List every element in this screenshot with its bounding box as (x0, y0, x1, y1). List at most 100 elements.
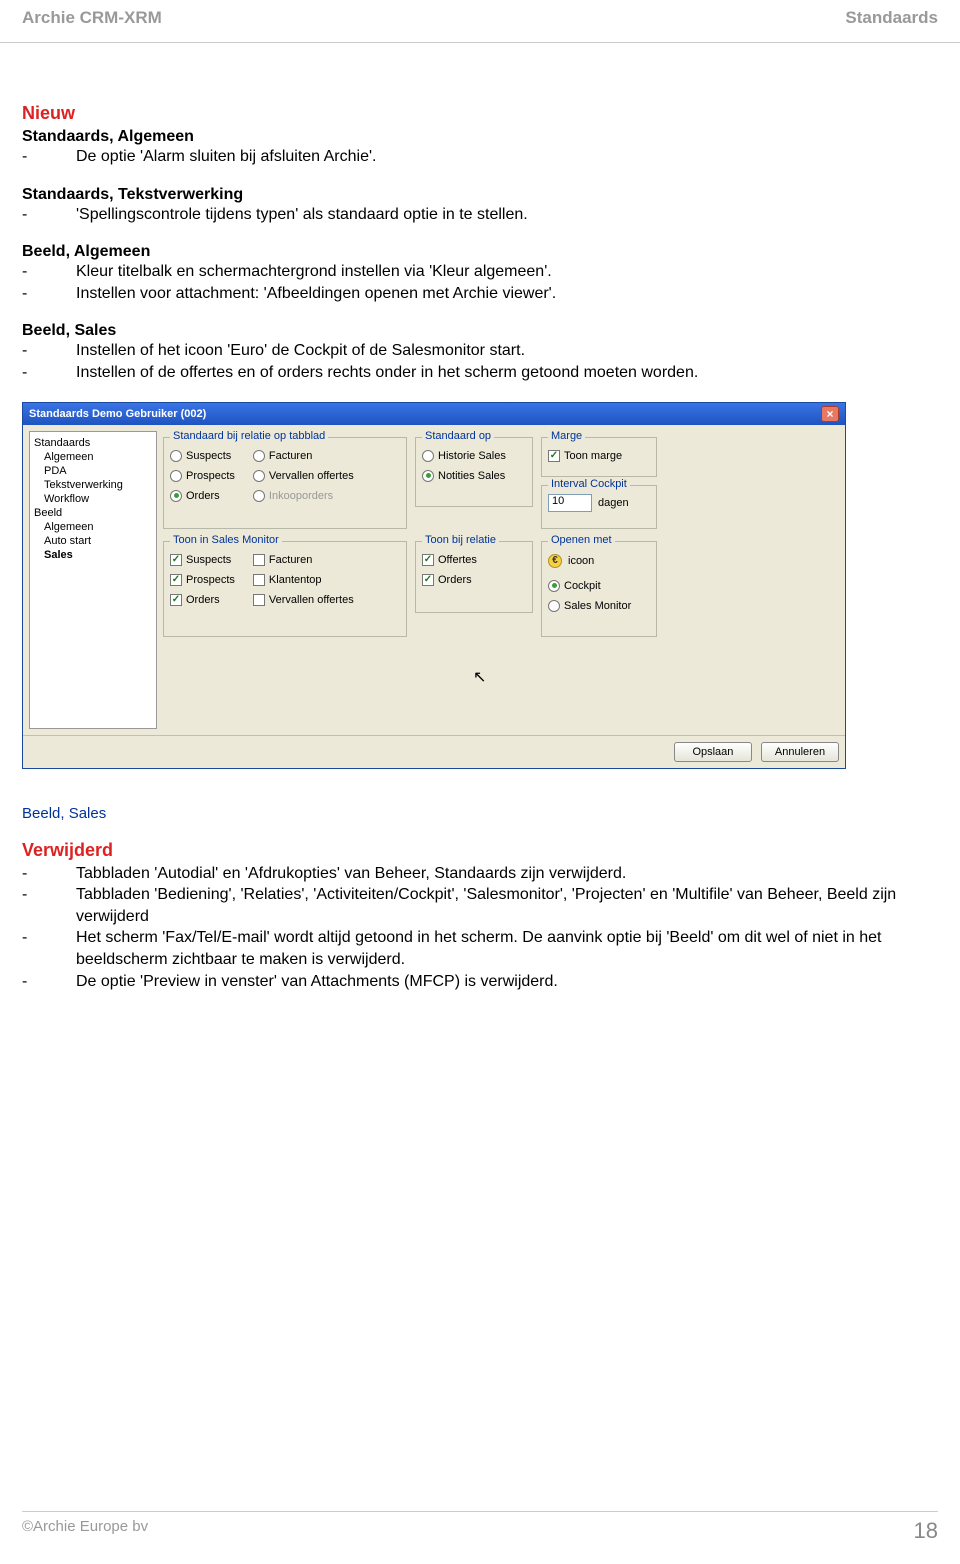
header-right: Standaards (845, 8, 938, 28)
group-head-1: Standaards, Tekstverwerking (22, 186, 938, 204)
save-button[interactable]: Opslaan (674, 742, 752, 762)
list-item: -'Spellingscontrole tijdens typen' als s… (22, 204, 938, 226)
radio-inkooporders: Inkooporders (253, 486, 354, 506)
standaards-dialog: Standaards Demo Gebruiker (002) × Standa… (22, 402, 846, 769)
bullet-text: Instellen of de offertes en of orders re… (76, 362, 938, 384)
interval-unit: dagen (598, 497, 629, 509)
radio-historie-sales[interactable]: Historie Sales (422, 446, 526, 466)
radio-label: Suspects (186, 450, 231, 462)
page-header: Archie CRM-XRM Standaards (0, 0, 960, 43)
bullet-text: Tabbladen 'Bediening', 'Relaties', 'Acti… (76, 884, 938, 927)
check-label: Toon marge (564, 450, 622, 462)
header-left: Archie CRM-XRM (22, 8, 162, 28)
legend: Interval Cockpit (548, 478, 630, 490)
fieldset-interval: Interval Cockpit 10 dagen (541, 485, 657, 529)
list-item: -Tabbladen 'Bediening', 'Relaties', 'Act… (22, 884, 938, 927)
check-label: Vervallen offertes (269, 594, 354, 606)
radio-label: Orders (186, 490, 220, 502)
group-head-2: Beeld, Algemeen (22, 243, 938, 261)
check-prospects[interactable]: Prospects (170, 570, 235, 590)
radio-suspects[interactable]: Suspects (170, 446, 235, 466)
radio-facturen[interactable]: Facturen (253, 446, 354, 466)
radio-label: Sales Monitor (564, 600, 631, 612)
check-label: Offertes (438, 554, 477, 566)
dialog-main-panel: Standaard bij relatie op tabblad Suspect… (163, 431, 839, 729)
radio-label: Historie Sales (438, 450, 506, 462)
radio-label: Vervallen offertes (269, 470, 354, 482)
euro-icon: € (548, 554, 562, 568)
list-item: -De optie 'Alarm sluiten bij afsluiten A… (22, 146, 938, 168)
list-item: -Instellen of het icoon 'Euro' de Cockpi… (22, 340, 938, 362)
section-title-nieuw: Nieuw (22, 103, 938, 124)
legend: Openen met (548, 534, 615, 546)
legend: Standaard op (422, 430, 494, 442)
bullet-text: Instellen voor attachment: 'Afbeeldingen… (76, 283, 938, 305)
sidebar-item[interactable]: Tekstverwerking (30, 478, 156, 492)
check-label: Prospects (186, 574, 235, 586)
check-label: Orders (438, 574, 472, 586)
radio-vervallen[interactable]: Vervallen offertes (253, 466, 354, 486)
page-footer: ©Archie Europe bv 18 (22, 1511, 938, 1544)
fieldset-standaard-tabblad: Standaard bij relatie op tabblad Suspect… (163, 437, 407, 529)
check-orders[interactable]: Orders (170, 590, 235, 610)
check-orders-rel[interactable]: Orders (422, 570, 526, 590)
check-vervallen[interactable]: Vervallen offertes (253, 590, 354, 610)
legend: Standaard bij relatie op tabblad (170, 430, 328, 442)
radio-label: Cockpit (564, 580, 601, 592)
sidebar-item[interactable]: Workflow (30, 492, 156, 506)
sidebar-item[interactable]: PDA (30, 464, 156, 478)
radio-orders[interactable]: Orders (170, 486, 235, 506)
radio-label: Facturen (269, 450, 312, 462)
sidebar-item[interactable]: Auto start (30, 534, 156, 548)
list-item: -Kleur titelbalk en schermachtergrond in… (22, 261, 938, 283)
radio-sales-monitor[interactable]: Sales Monitor (548, 596, 650, 616)
footer-left: ©Archie Europe bv (22, 1518, 148, 1544)
interval-input[interactable]: 10 (548, 494, 592, 512)
figure-caption: Beeld, Sales (22, 805, 938, 822)
check-klantentop[interactable]: Klantentop (253, 570, 354, 590)
page-number: 18 (914, 1518, 938, 1544)
cancel-button[interactable]: Annuleren (761, 742, 839, 762)
sidebar-item[interactable]: Algemeen (30, 450, 156, 464)
group-head-0: Standaards, Algemeen (22, 128, 938, 146)
list-item: -Instellen voor attachment: 'Afbeeldinge… (22, 283, 938, 305)
check-label: Facturen (269, 554, 312, 566)
radio-label: Prospects (186, 470, 235, 482)
list-item: -Instellen of de offertes en of orders r… (22, 362, 938, 384)
group-head-3: Beeld, Sales (22, 322, 938, 340)
dialog-title: Standaards Demo Gebruiker (002) (29, 408, 206, 420)
sidebar-group: Beeld (30, 506, 156, 520)
fieldset-openen-met: Openen met € icoon Cockpit Sales Monitor (541, 541, 657, 637)
bullet-text: Instellen of het icoon 'Euro' de Cockpit… (76, 340, 938, 362)
close-icon[interactable]: × (821, 406, 839, 422)
dialog-sidebar: Standaards Algemeen PDA Tekstverwerking … (29, 431, 157, 729)
check-label: Orders (186, 594, 220, 606)
radio-prospects[interactable]: Prospects (170, 466, 235, 486)
fieldset-toon-relatie: Toon bij relatie Offertes Orders (415, 541, 533, 613)
list-item: -De optie 'Preview in venster' van Attac… (22, 971, 938, 993)
bullet-text: De optie 'Preview in venster' van Attach… (76, 971, 938, 993)
sidebar-group: Standaards (30, 436, 156, 450)
legend: Toon in Sales Monitor (170, 534, 282, 546)
legend: Marge (548, 430, 585, 442)
check-offertes[interactable]: Offertes (422, 550, 526, 570)
bullet-text: Tabbladen 'Autodial' en 'Afdrukopties' v… (76, 863, 938, 885)
icon-label: icoon (568, 555, 594, 567)
check-suspects[interactable]: Suspects (170, 550, 235, 570)
titlebar[interactable]: Standaards Demo Gebruiker (002) × (23, 403, 845, 425)
bullet-text: Het scherm 'Fax/Tel/E-mail' wordt altijd… (76, 927, 938, 970)
list-item: -Tabbladen 'Autodial' en 'Afdrukopties' … (22, 863, 938, 885)
fieldset-standaard-op: Standaard op Historie Sales Notities Sal… (415, 437, 533, 507)
radio-cockpit[interactable]: Cockpit (548, 576, 650, 596)
check-toon-marge[interactable]: Toon marge (548, 446, 650, 466)
check-label: Suspects (186, 554, 231, 566)
radio-notities-sales[interactable]: Notities Sales (422, 466, 526, 486)
radio-label: Inkooporders (269, 490, 333, 502)
check-label: Klantentop (269, 574, 322, 586)
bullet-text: 'Spellingscontrole tijdens typen' als st… (76, 204, 938, 226)
radio-label: Notities Sales (438, 470, 505, 482)
sidebar-item[interactable]: Algemeen (30, 520, 156, 534)
sidebar-item-selected[interactable]: Sales (30, 548, 156, 562)
bullet-text: Kleur titelbalk en schermachtergrond ins… (76, 261, 938, 283)
check-facturen[interactable]: Facturen (253, 550, 354, 570)
